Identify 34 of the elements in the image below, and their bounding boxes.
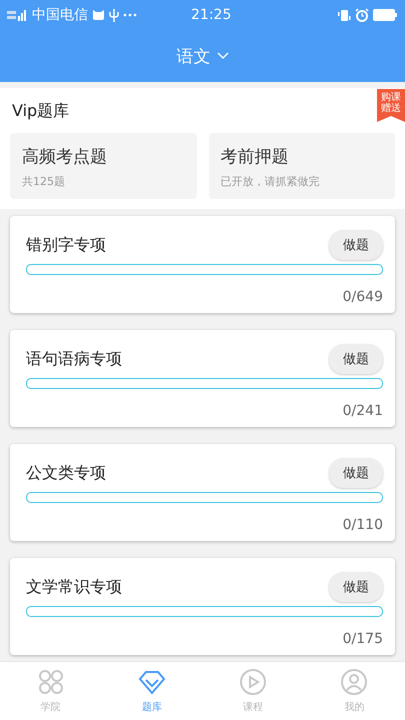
signal-icon — [6, 9, 28, 21]
progress-count: 0/649 — [342, 289, 383, 305]
topic-name: 错别字专项 — [26, 234, 106, 256]
diamond-icon — [138, 668, 166, 696]
practice-button[interactable]: 做题 — [329, 572, 383, 602]
topic-name: 文学常识专项 — [26, 576, 122, 598]
topic-name: 语句语病专项 — [26, 348, 122, 370]
vibrate-icon — [337, 8, 351, 22]
section-title: Vip题库 — [11, 100, 70, 122]
practice-button[interactable]: 做题 — [329, 230, 383, 260]
progress-count: 0/241 — [342, 403, 383, 419]
card-title: 高频考点题 — [22, 146, 108, 168]
more-icon — [123, 13, 137, 17]
clock-time: 21:25 — [191, 7, 232, 23]
practice-button[interactable]: 做题 — [329, 344, 383, 374]
person-icon — [340, 668, 368, 696]
card-title: 考前押题 — [220, 146, 290, 168]
topic-name: 公文类专项 — [26, 462, 106, 484]
card-subtitle: 共125题 — [22, 174, 66, 189]
carrier-name: 中国电信 — [32, 6, 88, 24]
chevron-down-icon — [216, 52, 228, 60]
progress-count: 0/110 — [342, 517, 383, 533]
grid-icon — [36, 668, 65, 696]
progress-count: 0/175 — [342, 631, 383, 647]
card-subtitle: 已开放，请抓紧做完 — [220, 174, 320, 189]
alarm-icon — [355, 8, 369, 22]
promo-ribbon: 购课赠送 — [377, 89, 405, 122]
usb-icon — [109, 8, 119, 22]
play-icon — [239, 668, 268, 696]
vip-card[interactable]: 高频考点题 共125题 — [10, 133, 196, 199]
practice-button[interactable]: 做题 — [329, 458, 383, 488]
cat-icon — [92, 9, 105, 21]
battery-icon — [373, 9, 397, 21]
vip-card[interactable]: 考前押题 已开放，请抓紧做完 — [208, 133, 395, 199]
